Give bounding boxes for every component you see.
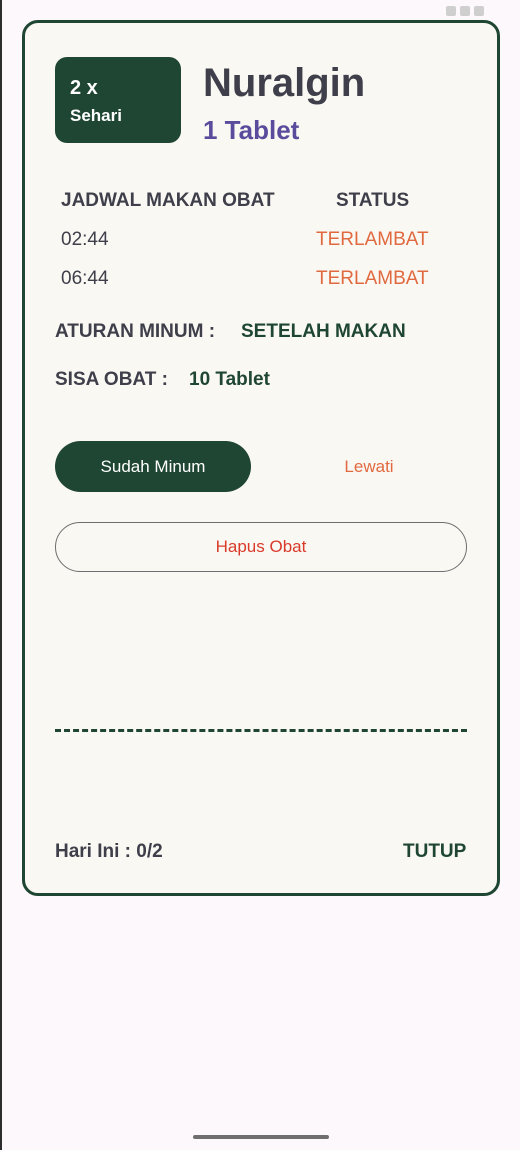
medicine-detail-dialog: 2 x Sehari Nuralgin 1 Tablet JADWAL MAKA… — [22, 20, 500, 896]
wifi-icon — [446, 6, 456, 16]
schedule-status: TERLAMBAT — [316, 268, 429, 289]
medicine-name: Nuralgin — [203, 61, 366, 105]
divider — [55, 729, 467, 732]
signal-icon — [460, 6, 470, 16]
stock-value: 10 Tablet — [189, 369, 270, 390]
battery-icon — [474, 6, 484, 16]
close-button[interactable]: TUTUP — [403, 841, 466, 863]
stock-label: SISA OBAT : — [55, 369, 168, 390]
mark-taken-button[interactable]: Sudah Minum — [55, 441, 251, 492]
schedule-status: TERLAMBAT — [316, 229, 429, 250]
frequency-count: 2 x — [70, 77, 98, 99]
status-icons — [446, 6, 484, 16]
schedule-time: 02:44 — [61, 229, 109, 250]
frequency-badge: 2 x Sehari — [55, 57, 181, 143]
today-progress: Hari Ini : 0/2 — [55, 841, 163, 862]
rule-label: ATURAN MINUM : — [55, 321, 216, 342]
frequency-label: Sehari — [70, 106, 122, 125]
delete-medicine-button[interactable]: Hapus Obat — [55, 522, 467, 572]
screen-edge — [0, 0, 2, 1150]
skip-button[interactable]: Lewati — [319, 441, 419, 492]
home-indicator[interactable] — [193, 1135, 329, 1139]
status-bar — [0, 0, 520, 22]
rule-value: SETELAH MAKAN — [241, 321, 406, 342]
medicine-dose: 1 Tablet — [203, 115, 300, 145]
schedule-column-header: JADWAL MAKAN OBAT — [61, 190, 275, 211]
schedule-time: 06:44 — [61, 268, 109, 289]
status-column-header: STATUS — [336, 190, 410, 211]
